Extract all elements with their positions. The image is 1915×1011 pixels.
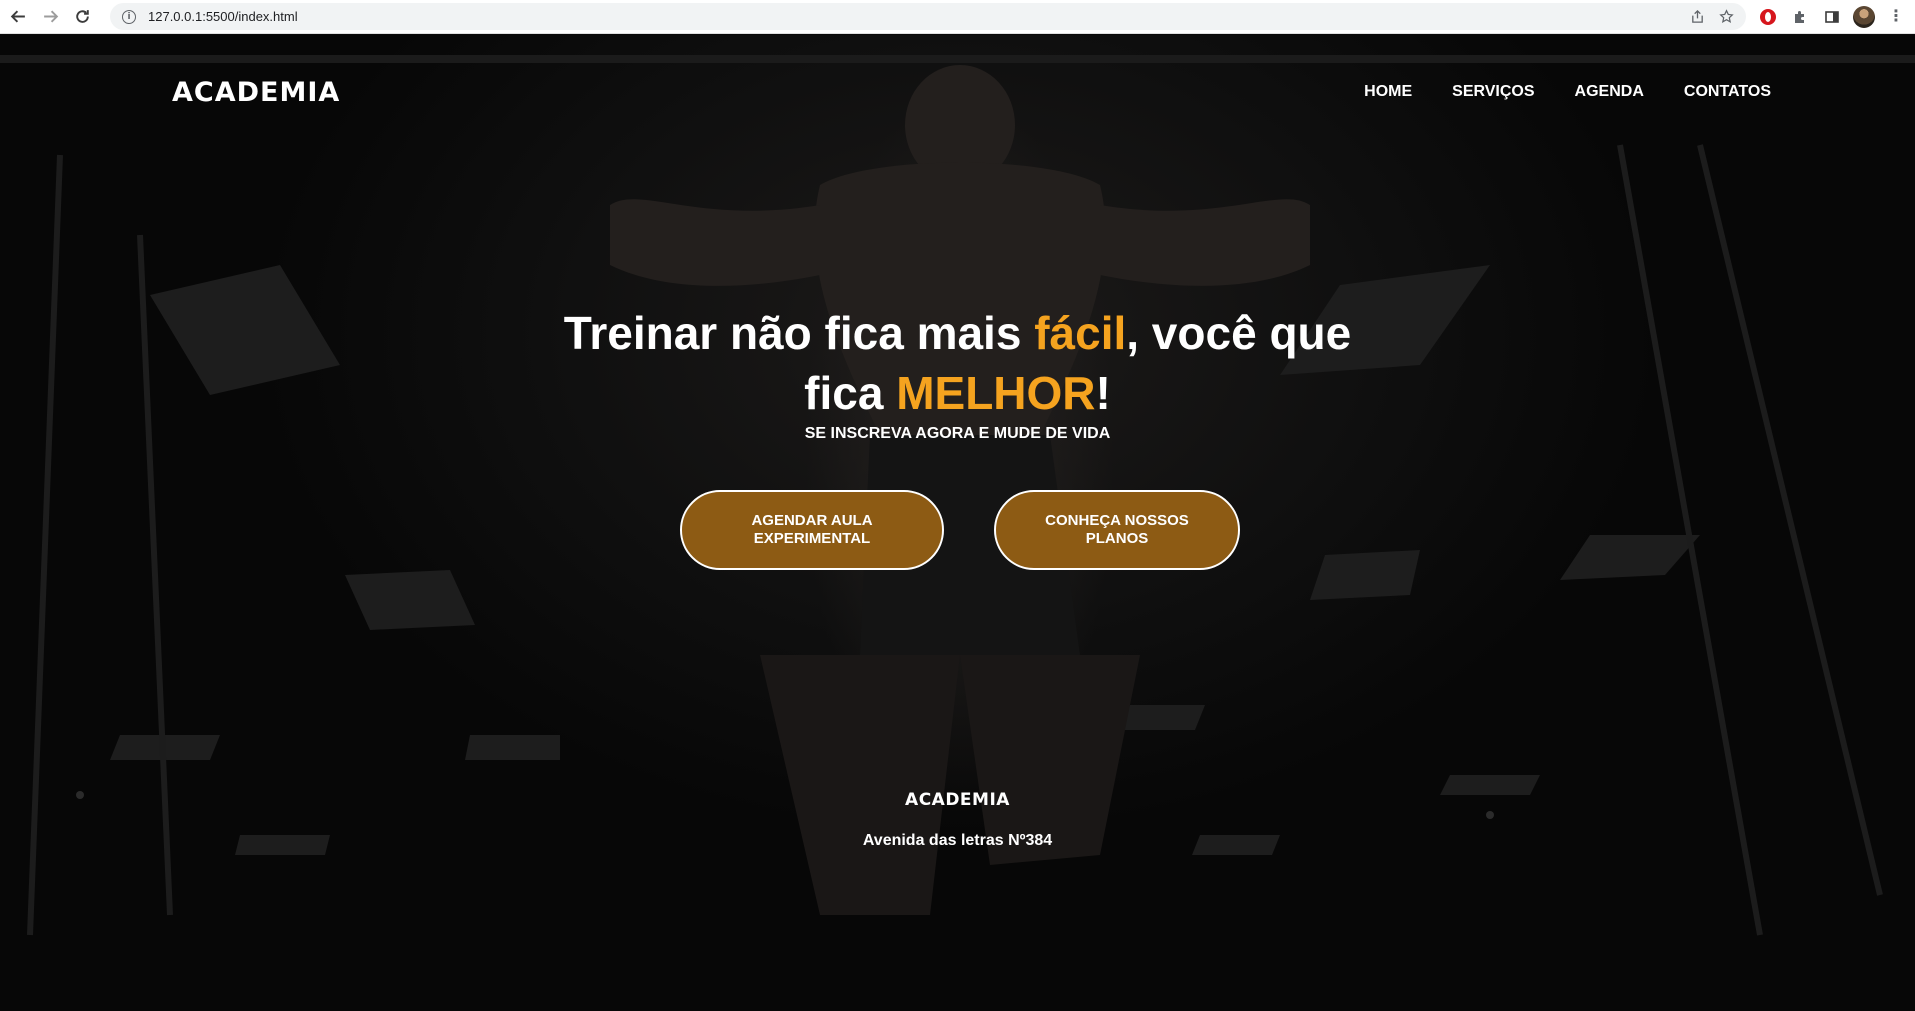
schedule-trial-button[interactable]: AGENDAR AULA EXPERIMENTAL: [680, 490, 944, 570]
footer-logo: ACADEMIA: [905, 790, 1010, 810]
site-header: ACADEMIA HOME SERVIÇOS AGENDA CONTATOS: [0, 35, 1915, 155]
main-nav: HOME SERVIÇOS AGENDA CONTATOS: [1364, 83, 1771, 101]
nav-link-contatos[interactable]: CONTATOS: [1684, 83, 1771, 101]
puzzle-icon[interactable]: [1789, 6, 1811, 28]
footer-address: Avenida das letras Nº384: [862, 832, 1053, 849]
hero-title-part3: !: [1095, 367, 1111, 419]
opera-extension-icon[interactable]: [1757, 6, 1779, 28]
arrow-right-icon: [43, 10, 58, 23]
forward-button[interactable]: [36, 3, 64, 31]
kebab-menu-icon[interactable]: ⋮: [1885, 6, 1907, 28]
cta-row: AGENDAR AULA EXPERIMENTAL CONHEÇA NOSSOS…: [0, 490, 1915, 570]
browser-toolbar: i 127.0.0.1:5500/index.html ⋮: [0, 0, 1915, 34]
site-logo[interactable]: ACADEMIA: [172, 77, 340, 108]
hero-title-part1: Treinar não fica mais: [563, 307, 1035, 359]
nav-link-servicos[interactable]: SERVIÇOS: [1452, 83, 1534, 101]
share-icon[interactable]: [1690, 9, 1705, 24]
back-button[interactable]: [4, 3, 32, 31]
info-icon[interactable]: i: [122, 9, 136, 24]
arrow-left-icon: [10, 10, 25, 23]
view-plans-button[interactable]: CONHEÇA NOSSOS PLANOS: [994, 490, 1240, 570]
url-text[interactable]: 127.0.0.1:5500/index.html: [148, 9, 298, 24]
address-bar[interactable]: i 127.0.0.1:5500/index.html: [110, 3, 1746, 30]
star-icon[interactable]: [1719, 9, 1734, 24]
hero-title-accent-melhor: MELHOR: [896, 367, 1096, 419]
page-body: ACADEMIA HOME SERVIÇOS AGENDA CONTATOS T…: [0, 35, 1915, 1011]
hero-title-accent-facil: fácil: [1034, 307, 1127, 359]
site-footer: ACADEMIA Avenida das letras Nº384: [0, 790, 1915, 850]
nav-link-agenda[interactable]: AGENDA: [1575, 83, 1644, 101]
hero-subtitle: SE INSCREVA AGORA E MUDE DE VIDA: [804, 425, 1111, 442]
reload-icon: [75, 10, 89, 23]
side-panel-icon[interactable]: [1821, 6, 1843, 28]
nav-link-home[interactable]: HOME: [1364, 83, 1412, 101]
hero-section: Treinar não fica mais fácil, você que fi…: [0, 303, 1915, 443]
reload-button[interactable]: [68, 3, 96, 31]
hero-title: Treinar não fica mais fácil, você que fi…: [548, 303, 1368, 423]
avatar[interactable]: [1853, 6, 1875, 28]
